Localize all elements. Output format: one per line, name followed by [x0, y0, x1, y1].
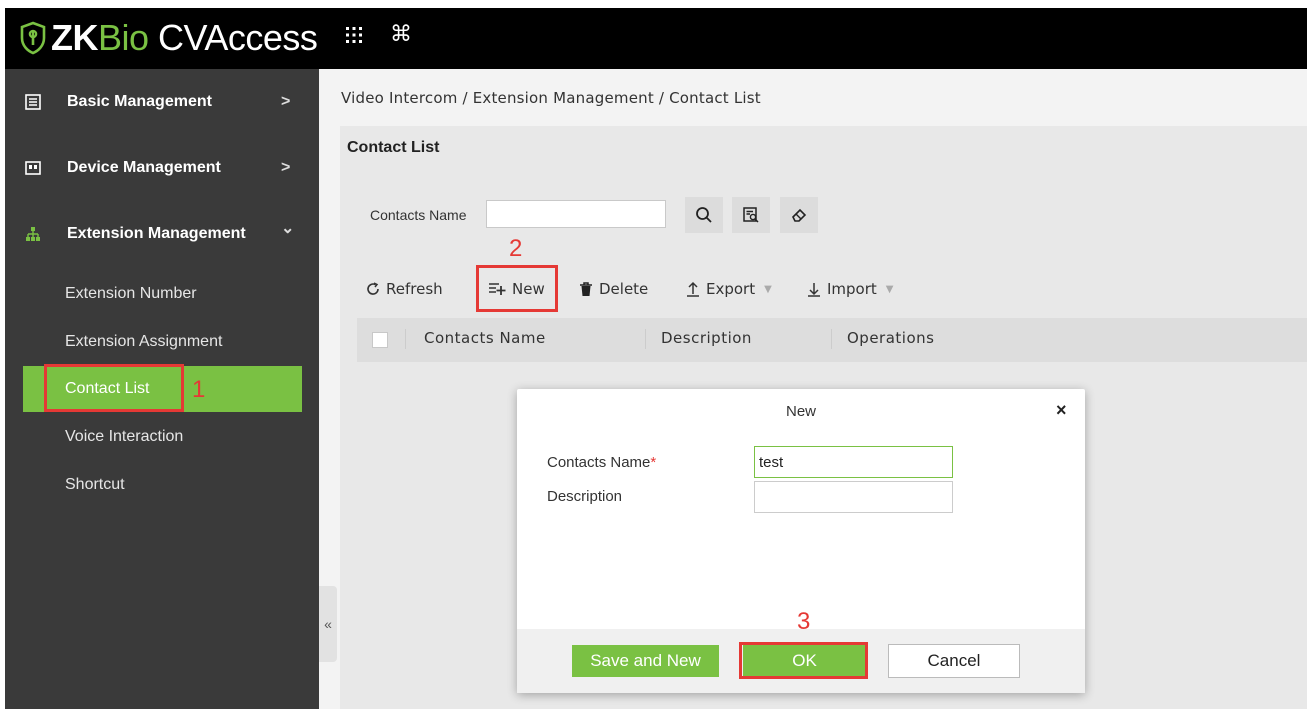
chevron-right-icon: > — [281, 159, 291, 176]
description-label: Description — [547, 488, 623, 505]
caret-down-icon: ▼ — [764, 283, 772, 295]
callout-box-contact-list — [44, 364, 184, 412]
sidebar-item-voice-interaction[interactable]: Voice Interaction — [23, 415, 302, 459]
sidebar-item-label: Voice Interaction — [65, 428, 184, 445]
callout-box-ok — [739, 642, 868, 679]
contacts-name-field[interactable] — [754, 446, 953, 478]
advanced-search-button[interactable] — [732, 197, 770, 233]
required-mark: * — [650, 454, 657, 471]
trash-icon — [579, 281, 593, 297]
eraser-icon — [792, 208, 807, 222]
column-divider — [645, 329, 646, 349]
sidebar-collapse-button[interactable]: « — [319, 586, 337, 662]
save-and-new-button[interactable]: Save and New — [572, 645, 719, 677]
refresh-button[interactable]: Refresh — [366, 275, 443, 303]
menu-label: Extension Management — [67, 225, 246, 242]
command-icon[interactable]: ⌘ — [390, 22, 412, 46]
toolbar: Refresh New Delete Export ▼ Import ▼ — [366, 275, 926, 303]
search-label: Contacts Name — [370, 207, 467, 223]
logo-zk: ZK — [51, 17, 99, 58]
export-icon — [686, 281, 700, 297]
import-icon — [807, 281, 821, 297]
top-bar: ZKBio CVAccess ⌘ — [5, 8, 1307, 69]
page-title: Contact List — [347, 139, 440, 156]
delete-label: Delete — [599, 280, 649, 298]
column-divider — [405, 329, 406, 349]
refresh-label: Refresh — [386, 280, 443, 298]
grid-icon[interactable] — [345, 26, 363, 50]
select-all-checkbox[interactable] — [372, 332, 388, 348]
sidebar-menu-basic-management[interactable]: Basic Management > — [5, 82, 319, 122]
sidebar-menu-extension-management[interactable]: Extension Management ⌄ — [5, 214, 319, 254]
callout-box-new — [476, 265, 558, 312]
sidebar-item-label: Shortcut — [65, 476, 125, 493]
contacts-name-label-text: Contacts Name — [547, 454, 651, 471]
export-label: Export — [706, 280, 756, 298]
grid-icon-glyph — [346, 27, 362, 43]
callout-number-1: 1 — [192, 376, 206, 403]
advanced-search-icon — [743, 207, 759, 223]
clear-search-button[interactable] — [780, 197, 818, 233]
column-divider — [831, 329, 832, 349]
app-name: ZKBio CVAccess — [51, 17, 318, 59]
sidebar-item-extension-number[interactable]: Extension Number — [23, 272, 302, 316]
menu-label: Device Management — [67, 159, 221, 176]
column-contacts-name[interactable]: Contacts Name — [424, 329, 546, 347]
menu-label: Basic Management — [67, 93, 212, 110]
dialog-title: New — [785, 403, 816, 420]
refresh-icon — [366, 282, 380, 296]
breadcrumb: Video Intercom / Extension Management / … — [341, 89, 761, 107]
device-icon — [25, 161, 41, 175]
search-button[interactable] — [685, 197, 723, 233]
app-logo[interactable]: ZKBio CVAccess — [19, 17, 318, 59]
import-label: Import — [827, 280, 877, 298]
list-icon — [25, 94, 41, 110]
import-button[interactable]: Import ▼ — [807, 275, 894, 303]
chevron-down-icon: ⌄ — [281, 220, 295, 237]
export-button[interactable]: Export ▼ — [686, 275, 772, 303]
column-operations[interactable]: Operations — [847, 329, 934, 347]
caret-down-icon: ▼ — [885, 283, 894, 295]
shield-logo-icon — [20, 21, 46, 55]
sidebar-item-label: Extension Number — [65, 285, 197, 302]
search-icon — [696, 207, 712, 223]
table-header: Contacts Name Description Operations — [357, 318, 1307, 362]
delete-button[interactable]: Delete — [579, 275, 648, 303]
sidebar-item-label: Extension Assignment — [65, 333, 223, 350]
contacts-name-search-input[interactable] — [486, 200, 666, 228]
callout-number-3: 3 — [797, 608, 811, 635]
logo-cvaccess: CVAccess — [148, 17, 318, 58]
org-tree-icon — [26, 227, 40, 241]
contacts-name-label: Contacts Name* — [547, 454, 656, 471]
sidebar-item-extension-assignment[interactable]: Extension Assignment — [23, 320, 302, 364]
sidebar-item-shortcut[interactable]: Shortcut — [23, 463, 302, 507]
callout-number-2: 2 — [509, 235, 523, 262]
description-field[interactable] — [754, 481, 953, 513]
cancel-button[interactable]: Cancel — [888, 644, 1020, 678]
close-icon[interactable]: × — [1056, 400, 1067, 421]
sidebar-menu-device-management[interactable]: Device Management > — [5, 148, 319, 188]
logo-bio: Bio — [98, 17, 149, 58]
chevron-right-icon: > — [281, 93, 291, 110]
column-description[interactable]: Description — [661, 329, 752, 347]
